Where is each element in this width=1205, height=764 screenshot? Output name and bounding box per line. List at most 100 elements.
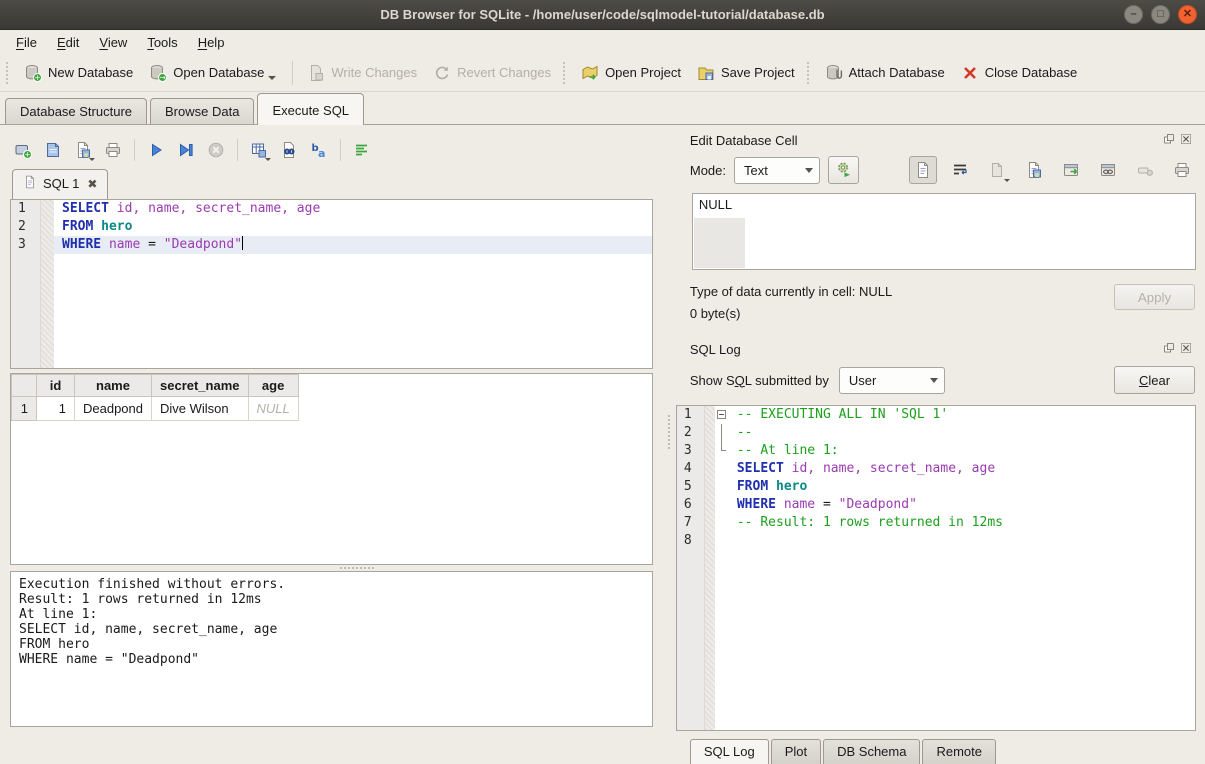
- column-header-id[interactable]: id: [37, 375, 75, 397]
- new-database-label: New Database: [48, 65, 133, 80]
- open-external-button[interactable]: [1057, 156, 1085, 184]
- code-line: 2--: [677, 424, 1195, 442]
- text-mode-button[interactable]: [909, 156, 937, 184]
- open-database-button[interactable]: → Open Database: [141, 60, 286, 86]
- cell-type-info: Type of data currently in cell: NULL: [690, 284, 1114, 299]
- tab-execute-sql[interactable]: Execute SQL: [257, 93, 364, 125]
- chevron-down-icon: [805, 168, 813, 173]
- sql-editor-tabstrip: SQL 1 ✖: [10, 167, 653, 199]
- table-cell[interactable]: NULL: [248, 397, 298, 421]
- table-cell[interactable]: Dive Wilson: [152, 397, 249, 421]
- menu-file[interactable]: File: [6, 32, 47, 53]
- menu-help[interactable]: Help: [188, 32, 235, 53]
- dock-tab-bar: SQL LogPlotDB SchemaRemote: [676, 739, 1196, 764]
- code-line: 2FROM hero: [11, 218, 652, 236]
- submitted-by-select[interactable]: User: [839, 367, 945, 394]
- find-replace-button[interactable]: ba: [306, 137, 332, 163]
- vertical-splitter[interactable]: [663, 125, 675, 764]
- menu-edit[interactable]: Edit: [47, 32, 89, 53]
- tab-browse-data[interactable]: Browse Data: [150, 98, 254, 125]
- execute-current-line-button[interactable]: [173, 137, 199, 163]
- column-header-age[interactable]: age: [248, 375, 298, 397]
- dock-tab-db-schema[interactable]: DB Schema: [823, 739, 920, 764]
- clear-log-button[interactable]: Clear: [1114, 366, 1195, 394]
- table-row[interactable]: 11DeadpondDive WilsonNULL: [12, 397, 299, 421]
- open-project-button[interactable]: Open Project: [573, 60, 689, 86]
- titlebar: DB Browser for SQLite - /home/user/code/…: [0, 0, 1205, 30]
- word-wrap-button[interactable]: [946, 156, 974, 184]
- cell-editor-gutter: [694, 218, 745, 268]
- column-header-secret_name[interactable]: secret_name: [152, 375, 249, 397]
- close-database-icon: [961, 64, 979, 82]
- close-button[interactable]: ✕: [1178, 5, 1197, 24]
- dock-tab-plot[interactable]: Plot: [771, 739, 821, 764]
- find-button[interactable]: [276, 137, 302, 163]
- minimize-button[interactable]: –: [1124, 5, 1143, 24]
- tab-database-structure[interactable]: Database Structure: [5, 98, 147, 125]
- close-tab-icon[interactable]: ✖: [87, 177, 97, 191]
- close-dock-icon[interactable]: [1179, 134, 1192, 147]
- sql1-tab[interactable]: SQL 1 ✖: [12, 169, 108, 199]
- format-sql-button[interactable]: [349, 137, 375, 163]
- results-grid[interactable]: idnamesecret_nameage11DeadpondDive Wilso…: [10, 373, 653, 565]
- revert-changes-label: Revert Changes: [457, 65, 551, 80]
- save-project-button[interactable]: Save Project: [689, 60, 803, 86]
- maximize-button[interactable]: □: [1151, 5, 1170, 24]
- print-cell-button[interactable]: [1168, 156, 1196, 184]
- code-line: 6WHERE name = "Deadpond": [677, 496, 1195, 514]
- menu-tools[interactable]: Tools: [137, 32, 187, 53]
- right-dock: Edit Database Cell Mode: Text: [675, 125, 1205, 764]
- splitter-handle[interactable]: [10, 565, 653, 571]
- new-sql-tab-button[interactable]: +: [10, 137, 36, 163]
- auto-switch-mode-button[interactable]: [828, 156, 859, 184]
- float-dock-icon[interactable]: [1162, 134, 1175, 147]
- export-data-button[interactable]: [1020, 156, 1048, 184]
- table-cell[interactable]: Deadpond: [75, 397, 152, 421]
- text-cursor: [242, 236, 243, 250]
- execute-all-button[interactable]: [143, 137, 169, 163]
- mode-select[interactable]: Text: [734, 157, 820, 184]
- save-project-icon: [697, 64, 715, 82]
- save-sql-file-button[interactable]: [70, 137, 96, 163]
- copy-link-button[interactable]: [1094, 156, 1122, 184]
- row-header[interactable]: 1: [12, 397, 37, 421]
- corner-header[interactable]: [12, 375, 37, 397]
- new-database-button[interactable]: + New Database: [16, 60, 141, 86]
- float-dock-icon[interactable]: [1162, 343, 1175, 356]
- open-database-dropdown-icon[interactable]: [268, 76, 276, 80]
- sql-editor[interactable]: 1SELECT id, name, secret_name, age2FROM …: [10, 199, 653, 369]
- toolbar-grip: [6, 62, 12, 84]
- cell-value-editor[interactable]: NULL: [692, 193, 1196, 270]
- close-database-button[interactable]: Close Database: [953, 60, 1086, 86]
- close-dock-icon[interactable]: [1179, 343, 1192, 356]
- dock-tab-sql-log[interactable]: SQL Log: [690, 739, 769, 764]
- print-sql-button[interactable]: [100, 137, 126, 163]
- new-database-icon: +: [24, 64, 42, 82]
- edit-cell-title: Edit Database Cell: [690, 133, 1162, 148]
- toolbar-grip: [563, 62, 569, 84]
- save-project-label: Save Project: [721, 65, 795, 80]
- column-header-name[interactable]: name: [75, 375, 152, 397]
- main-tab-bar: Database StructureBrowse DataExecute SQL: [0, 92, 1205, 125]
- svg-text:→: →: [160, 73, 166, 82]
- cell-value-text: NULL: [699, 197, 732, 212]
- table-cell[interactable]: 1: [37, 397, 75, 421]
- edit-cell-toolbar: Mode: Text: [676, 153, 1196, 187]
- import-data-button: [983, 156, 1011, 184]
- sql-toolbar-separator: [134, 139, 135, 161]
- svg-text:a: a: [318, 147, 325, 159]
- svg-text:+: +: [24, 150, 30, 159]
- sql-log-editor[interactable]: 1-- EXECUTING ALL IN 'SQL 1'2--3-- At li…: [676, 405, 1196, 731]
- menu-view[interactable]: View: [89, 32, 137, 53]
- save-results-button[interactable]: [246, 137, 272, 163]
- sql-tab-label: SQL 1: [43, 176, 79, 191]
- code-line: 7-- Result: 1 rows returned in 12ms: [677, 514, 1195, 532]
- dock-tab-remote[interactable]: Remote: [922, 739, 996, 764]
- sql-tab-icon: [23, 175, 37, 192]
- window-title: DB Browser for SQLite - /home/user/code/…: [0, 7, 1205, 22]
- execution-message-box[interactable]: Execution finished without errors. Resul…: [10, 571, 653, 727]
- revert-changes-button: Revert Changes: [425, 60, 559, 86]
- write-changes-label: Write Changes: [331, 65, 417, 80]
- attach-database-button[interactable]: Attach Database: [817, 60, 953, 86]
- open-sql-file-button[interactable]: [40, 137, 66, 163]
